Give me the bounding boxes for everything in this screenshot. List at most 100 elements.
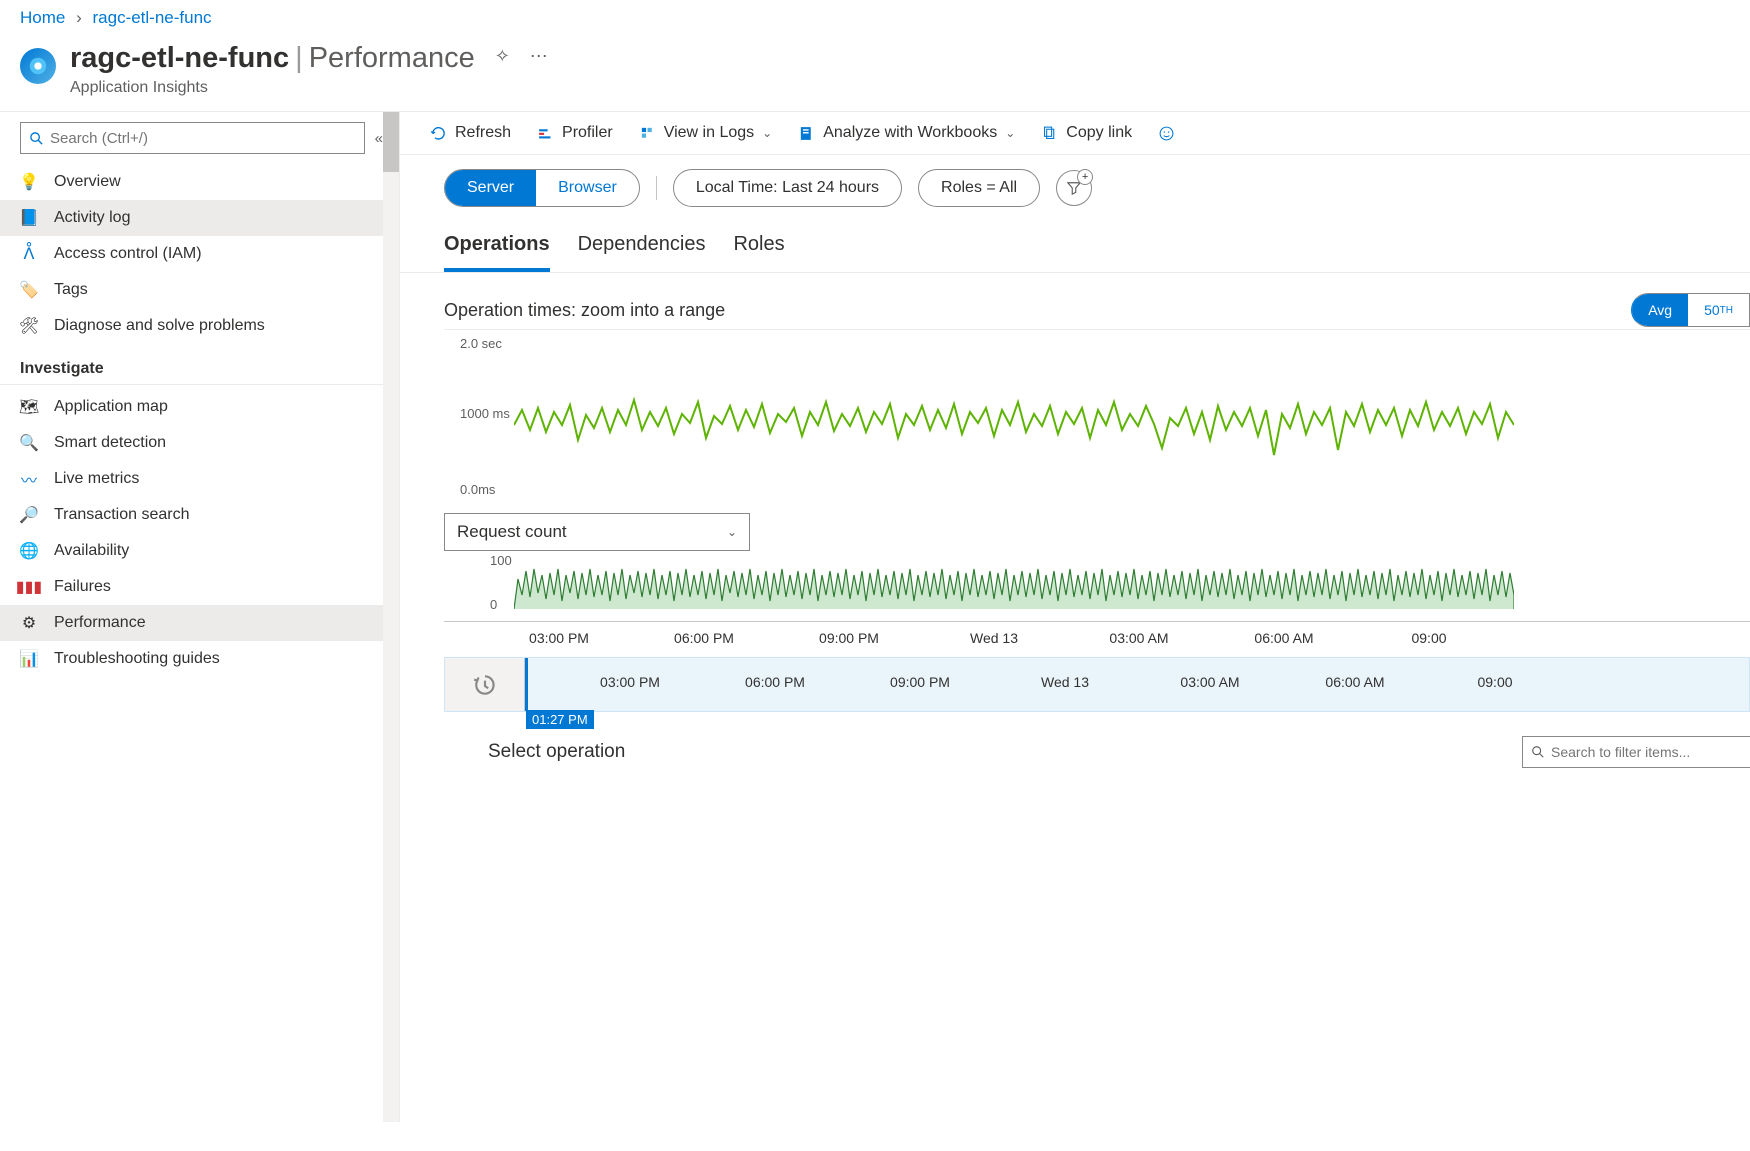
tab-operations[interactable]: Operations	[444, 227, 550, 272]
nav-failures[interactable]: ▮▮▮Failures	[0, 569, 399, 605]
lightbulb-icon: 💡	[20, 173, 38, 191]
nav-transaction-search[interactable]: 🔎Transaction search	[0, 497, 399, 533]
timeline-scrubber[interactable]: 01:27 PM 03:00 PM 06:00 PM 09:00 PM Wed …	[444, 657, 1750, 712]
select-operation-heading: Select operation	[488, 741, 625, 763]
replay-button[interactable]	[445, 658, 525, 711]
nav-diagnose[interactable]: 🛠Diagnose and solve problems	[0, 308, 399, 344]
filters-row: Server Browser Local Time: Last 24 hours…	[400, 155, 1750, 221]
profiler-button[interactable]: Profiler	[537, 124, 613, 142]
nav-availability[interactable]: 🌐Availability	[0, 533, 399, 569]
nav-overview[interactable]: 💡Overview	[0, 164, 399, 200]
resource-name: ragc-etl-ne-func	[70, 42, 289, 74]
tick: 09:00	[1477, 674, 1512, 690]
tab-roles[interactable]: Roles	[733, 227, 784, 272]
page-header: ragc-etl-ne-func|Performance Application…	[0, 36, 1750, 111]
metric-dropdown-label: Request count	[457, 522, 567, 542]
nav-tags[interactable]: 🏷️Tags	[0, 272, 399, 308]
analyze-workbooks-button[interactable]: Analyze with Workbooks ⌄	[798, 124, 1015, 142]
nav-access-control[interactable]: ᐰAccess control (IAM)	[0, 236, 399, 272]
server-toggle[interactable]: Server	[445, 170, 536, 206]
time-range-button[interactable]: Local Time: Last 24 hours	[673, 169, 902, 207]
y-tick-2s: 2.0 sec	[460, 336, 502, 351]
area-chart-svg	[514, 551, 1514, 615]
nav-live-metrics[interactable]: 〰Live metrics	[0, 461, 399, 497]
filter-icon	[1067, 181, 1081, 195]
collapse-sidebar-icon[interactable]: «	[375, 130, 383, 147]
page-subtitle: Application Insights	[70, 79, 475, 97]
smiley-icon	[1158, 125, 1175, 142]
search-input[interactable]	[50, 130, 356, 147]
avg-toggle[interactable]: Avg	[1632, 294, 1688, 326]
chevron-down-icon: ⌄	[727, 525, 737, 539]
tick: 03:00 AM	[1109, 630, 1168, 646]
page-title: ragc-etl-ne-func|Performance	[70, 42, 475, 75]
search-blue-icon: 🔎	[20, 506, 38, 524]
breadcrumb-item[interactable]: ragc-etl-ne-func	[93, 8, 212, 27]
tick: 03:00 AM	[1180, 674, 1239, 690]
nav-section-investigate: Investigate	[0, 344, 399, 385]
tick: 09:00	[1411, 630, 1446, 646]
metric-dropdown[interactable]: Request count ⌄	[444, 513, 750, 551]
nav-activity-log[interactable]: 📘Activity log	[0, 200, 399, 236]
view-logs-button[interactable]: View in Logs ⌄	[639, 124, 773, 142]
nav-smart-detection[interactable]: 🔍Smart detection	[0, 425, 399, 461]
scrollbar-thumb[interactable]	[383, 112, 399, 172]
feedback-button[interactable]	[1158, 125, 1175, 142]
more-icon[interactable]: ⋯	[530, 46, 548, 67]
duration-chart[interactable]: 2.0 sec 1000 ms 0.0ms	[444, 329, 1750, 509]
chart-area: Operation times: zoom into a range Avg 5…	[400, 273, 1750, 768]
sidebar-scrollbar[interactable]: ▲	[383, 112, 399, 1122]
add-filter-button[interactable]	[1056, 170, 1092, 206]
browser-toggle[interactable]: Browser	[536, 170, 639, 206]
divider	[656, 176, 657, 200]
breadcrumb-home[interactable]: Home	[20, 8, 65, 27]
tick: 09:00 PM	[819, 630, 879, 646]
time-marker-label: 01:27 PM	[526, 710, 594, 729]
chart-title: Operation times: zoom into a range	[444, 300, 725, 321]
sidebar-search[interactable]	[20, 122, 365, 154]
time-marker[interactable]: 01:27 PM	[525, 658, 528, 711]
tick: 06:00 AM	[1325, 674, 1384, 690]
pulse-icon: 〰	[20, 470, 38, 488]
time-axis: 03:00 PM 06:00 PM 09:00 PM Wed 13 03:00 …	[444, 621, 1750, 657]
tick: 09:00 PM	[890, 674, 950, 690]
tick: Wed 13	[1041, 674, 1089, 690]
nav-troubleshooting[interactable]: 📊Troubleshooting guides	[0, 641, 399, 677]
tick: Wed 13	[970, 630, 1018, 646]
profiler-icon	[537, 125, 554, 142]
app-insights-icon	[20, 48, 56, 84]
people-icon: ᐰ	[20, 245, 38, 263]
tab-dependencies[interactable]: Dependencies	[578, 227, 706, 272]
sidebar-nav: 💡Overview 📘Activity log ᐰAccess control …	[0, 164, 399, 697]
count-y-100: 100	[490, 553, 512, 568]
page-name: Performance	[309, 42, 475, 74]
tick: 06:00 PM	[745, 674, 805, 690]
nav-application-map[interactable]: 🗺Application map	[0, 389, 399, 425]
sidebar: « 💡Overview 📘Activity log ᐰAccess contro…	[0, 112, 400, 1122]
breadcrumb: Home › ragc-etl-ne-func	[0, 0, 1750, 36]
request-count-chart[interactable]: 100 0	[444, 551, 1750, 621]
refresh-button[interactable]: Refresh	[430, 124, 511, 142]
chevron-down-icon: ⌄	[762, 126, 772, 140]
refresh-icon	[430, 125, 447, 142]
filter-operations-input[interactable]	[1522, 736, 1750, 768]
content-tabs: Operations Dependencies Roles	[400, 221, 1750, 273]
wrench-icon: 🛠	[20, 317, 38, 335]
history-icon	[472, 672, 498, 698]
pin-icon[interactable]: ✧	[495, 46, 510, 67]
search-icon	[29, 131, 44, 146]
content: Refresh Profiler View in Logs ⌄ Analyze …	[400, 112, 1750, 1122]
smart-detection-icon: 🔍	[20, 434, 38, 452]
y-tick-1000ms: 1000 ms	[460, 406, 510, 421]
percentile-toggle: Avg 50TH	[1631, 293, 1750, 327]
p50-toggle[interactable]: 50TH	[1688, 294, 1749, 326]
performance-icon: ⚙	[20, 614, 38, 632]
filter-input[interactable]	[1551, 744, 1743, 760]
failures-icon: ▮▮▮	[20, 578, 38, 596]
y-tick-0ms: 0.0ms	[460, 482, 495, 497]
search-icon	[1531, 745, 1545, 759]
copy-link-button[interactable]: Copy link	[1041, 124, 1132, 142]
nav-performance[interactable]: ⚙Performance	[0, 605, 399, 641]
tick: 06:00 AM	[1254, 630, 1313, 646]
roles-filter-button[interactable]: Roles = All	[918, 169, 1040, 207]
